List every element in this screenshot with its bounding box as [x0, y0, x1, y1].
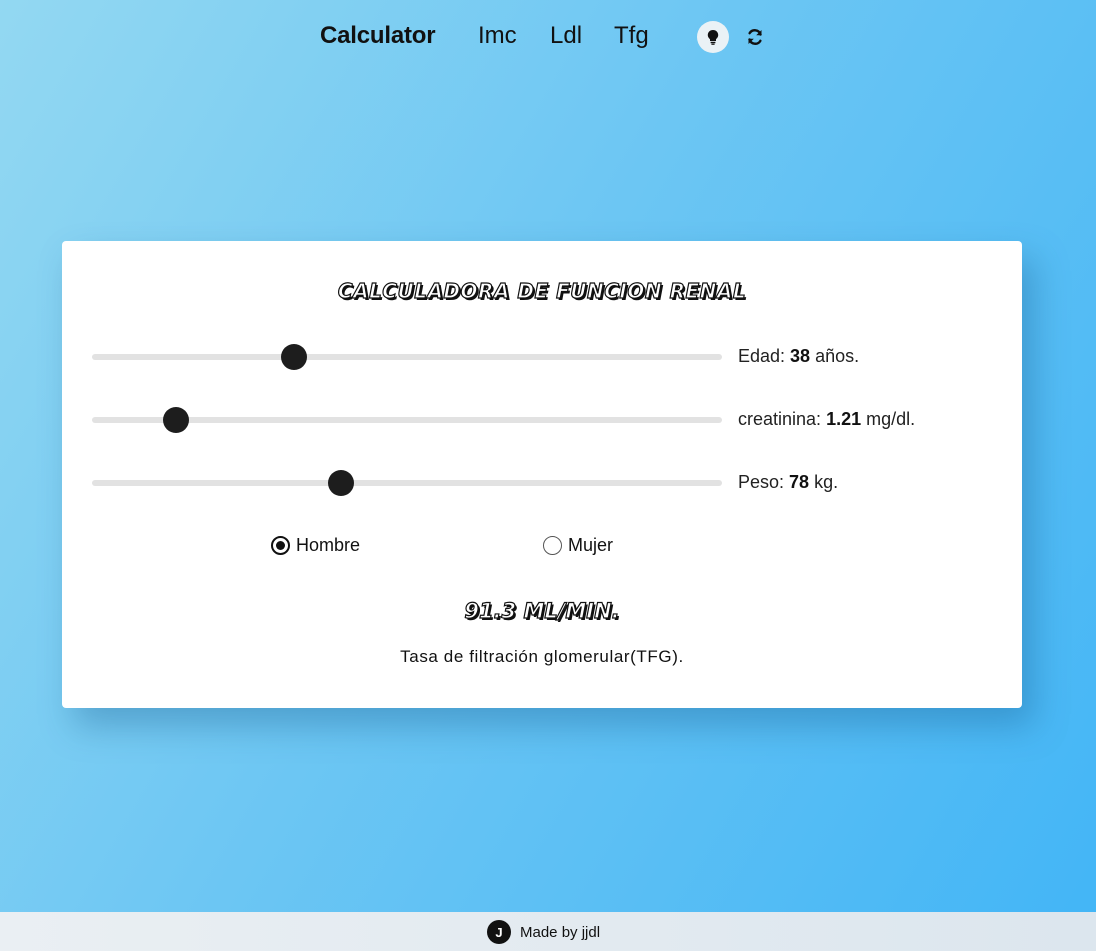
creatinina-slider-thumb[interactable]: [163, 407, 190, 433]
radio-mujer-circle[interactable]: [543, 536, 562, 555]
creatinina-label-text: creatinina:: [738, 409, 827, 429]
radio-mujer-label: Mujer: [568, 535, 614, 555]
peso-value: 78: [789, 472, 810, 492]
renal-function-card: Calculadora de funcion renal Edad: 38 añ…: [62, 241, 1022, 708]
radio-hombre-circle[interactable]: [271, 536, 290, 555]
peso-label: Peso: 78 kg.: [738, 472, 838, 493]
creatinina-label: creatinina: 1.21 mg/dl.: [738, 409, 915, 430]
edad-slider-track[interactable]: [92, 344, 722, 370]
nav-link-imc[interactable]: Imc: [478, 22, 517, 50]
peso-slider-track[interactable]: [92, 470, 722, 496]
top-nav: Calculator Imc Ldl Tfg: [0, 0, 1096, 72]
edad-label: Edad: 38 años.: [738, 346, 859, 367]
refresh-icon: [748, 29, 762, 45]
creatinina-slider-row: creatinina: 1.21 mg/dl.: [92, 405, 992, 435]
lightbulb-icon: [707, 30, 719, 45]
peso-slider-row: Peso: 78 kg.: [92, 468, 992, 498]
creatinina-value: 1.21: [826, 409, 862, 429]
tfg-result: 91.3 ml/min.: [464, 598, 621, 623]
peso-label-text: Peso:: [738, 472, 790, 492]
creatinina-slider-track[interactable]: [92, 407, 722, 433]
peso-slider-thumb[interactable]: [327, 470, 354, 496]
edad-label-text: Edad:: [738, 346, 791, 366]
edad-slider-thumb[interactable]: [280, 344, 307, 370]
footer-logo-icon[interactable]: J: [487, 920, 511, 944]
radio-mujer[interactable]: Mujer: [543, 535, 613, 556]
radio-hombre[interactable]: Hombre: [271, 535, 360, 556]
nav-link-ldl[interactable]: Ldl: [550, 22, 582, 50]
brand-title[interactable]: Calculator: [320, 22, 436, 50]
edad-slider-row: Edad: 38 años.: [92, 342, 992, 372]
refresh-button[interactable]: [741, 23, 769, 51]
radio-hombre-label: Hombre: [296, 535, 361, 555]
tfg-result-description: Tasa de filtración glomerular(TFG).: [400, 647, 684, 666]
card-title: Calculadora de funcion renal: [337, 278, 747, 303]
edad-unit: años.: [810, 346, 860, 366]
nav-link-tfg[interactable]: Tfg: [614, 22, 649, 50]
footer: J Made by jjdl: [0, 912, 1096, 951]
theme-toggle-button[interactable]: [697, 21, 729, 53]
creatinina-unit: mg/dl.: [861, 409, 916, 429]
footer-text: Made by jjdl: [520, 924, 601, 941]
edad-value: 38: [790, 346, 811, 366]
peso-unit: kg.: [809, 472, 839, 492]
